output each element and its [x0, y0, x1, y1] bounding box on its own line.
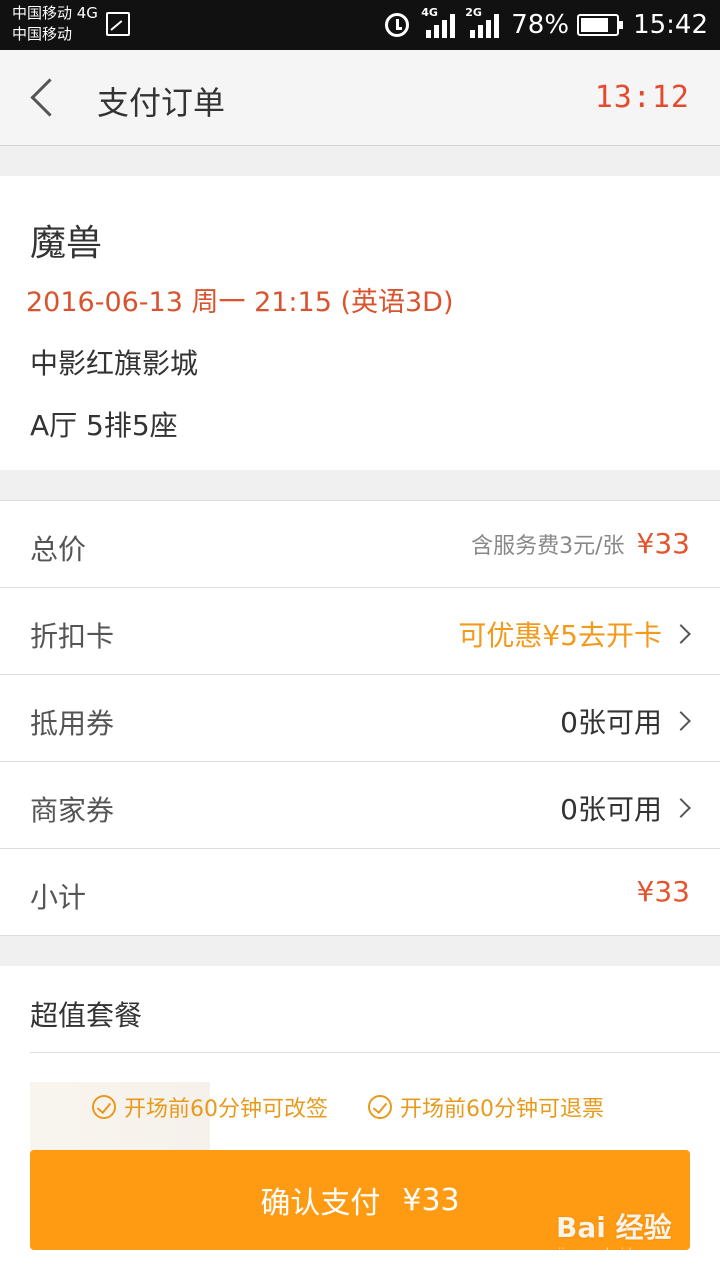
refund-notices: 开场前60分钟可改签 开场前60分钟可退票 [92, 1091, 644, 1123]
notice-change: 开场前60分钟可改签 [92, 1091, 328, 1123]
battery-icon [577, 14, 624, 36]
check-circle-icon [92, 1095, 116, 1119]
total-label: 总价 [30, 533, 87, 566]
voucher-value: 0张可用 [560, 706, 662, 739]
total-price-row: 总价 含服务费3元/张 ¥33 [0, 501, 720, 588]
network-type-2: 2G [465, 6, 482, 19]
page-title: 支付订单 [97, 84, 226, 122]
divider [30, 1052, 720, 1053]
signal-icon-2: 2G [465, 6, 500, 38]
alarm-icon [385, 13, 410, 37]
total-value: ¥33 [636, 527, 690, 560]
movie-info-card: 魔兽 2016-06-13 周一 21:15 (英语3D) 中影红旗影城 A厅 … [0, 176, 720, 470]
notice-refund-text: 开场前60分钟可退票 [400, 1097, 604, 1122]
discount-card-value: 可优惠¥5去开卡 [458, 619, 662, 652]
merchant-coupon-row[interactable]: 商家券 0张可用 [0, 762, 720, 849]
merchant-coupon-label: 商家券 [30, 794, 115, 827]
pay-button-label: 确认支付 [260, 1186, 381, 1221]
subtotal-label: 小计 [30, 881, 87, 914]
discount-card-label: 折扣卡 [30, 620, 115, 653]
network-type-1: 4G [421, 6, 438, 19]
carrier-1: 中国移动 4G [12, 4, 98, 22]
voucher-label: 抵用券 [30, 707, 115, 740]
chevron-right-icon [671, 624, 691, 644]
chevron-right-icon [671, 711, 691, 731]
cinema-name: 中影红旗影城 [30, 347, 199, 380]
nav-header: 支付订单 13:12 [0, 50, 720, 146]
showtime: 2016-06-13 周一 21:15 (英语3D) [26, 287, 454, 318]
back-arrow-icon[interactable] [28, 80, 64, 116]
price-list: 总价 含服务费3元/张 ¥33 折扣卡 可优惠¥5去开卡 抵用券 0张可用 商家… [0, 500, 720, 936]
watermark-text: Bai 经验 [556, 1211, 672, 1244]
status-bar: 中国移动 4G 中国移动 4G 2G 78% 15:42 [0, 0, 720, 50]
carrier-info: 中国移动 4G 中国移动 [12, 3, 98, 45]
signal-icon-1: 4G [421, 6, 456, 38]
clock: 15:42 [633, 10, 708, 40]
discount-card-row[interactable]: 折扣卡 可优惠¥5去开卡 [0, 588, 720, 675]
package-section: 超值套餐 开场前60分钟可改签 开场前60分钟可退票 确认支付 ¥33 Bai … [0, 966, 720, 1280]
subtotal-value: ¥33 [636, 875, 690, 908]
subtotal-row: 小计 ¥33 [0, 849, 720, 936]
watermark-url: jingyan.baidu.com [558, 1246, 669, 1260]
check-circle-icon [368, 1095, 392, 1119]
status-right: 4G 2G 78% 15:42 [385, 0, 708, 50]
countdown-timer: 13:12 [594, 80, 690, 115]
battery-percent: 78% [511, 10, 570, 40]
package-title: 超值套餐 [30, 999, 143, 1032]
notice-refund: 开场前60分钟可退票 [368, 1091, 604, 1123]
movie-title: 魔兽 [30, 223, 103, 264]
seat-info: A厅 5排5座 [30, 409, 178, 442]
chevron-right-icon [671, 798, 691, 818]
voucher-row[interactable]: 抵用券 0张可用 [0, 675, 720, 762]
baidu-watermark: Bai 经验 jingyan.baidu.com [556, 1206, 706, 1266]
notice-change-text: 开场前60分钟可改签 [124, 1097, 328, 1122]
carrier-2: 中国移动 [12, 25, 73, 43]
pay-button-amount: ¥33 [402, 1182, 460, 1218]
merchant-coupon-value: 0张可用 [560, 793, 662, 826]
service-fee-note: 含服务费3元/张 [471, 533, 625, 559]
image-notification-icon [106, 12, 130, 36]
